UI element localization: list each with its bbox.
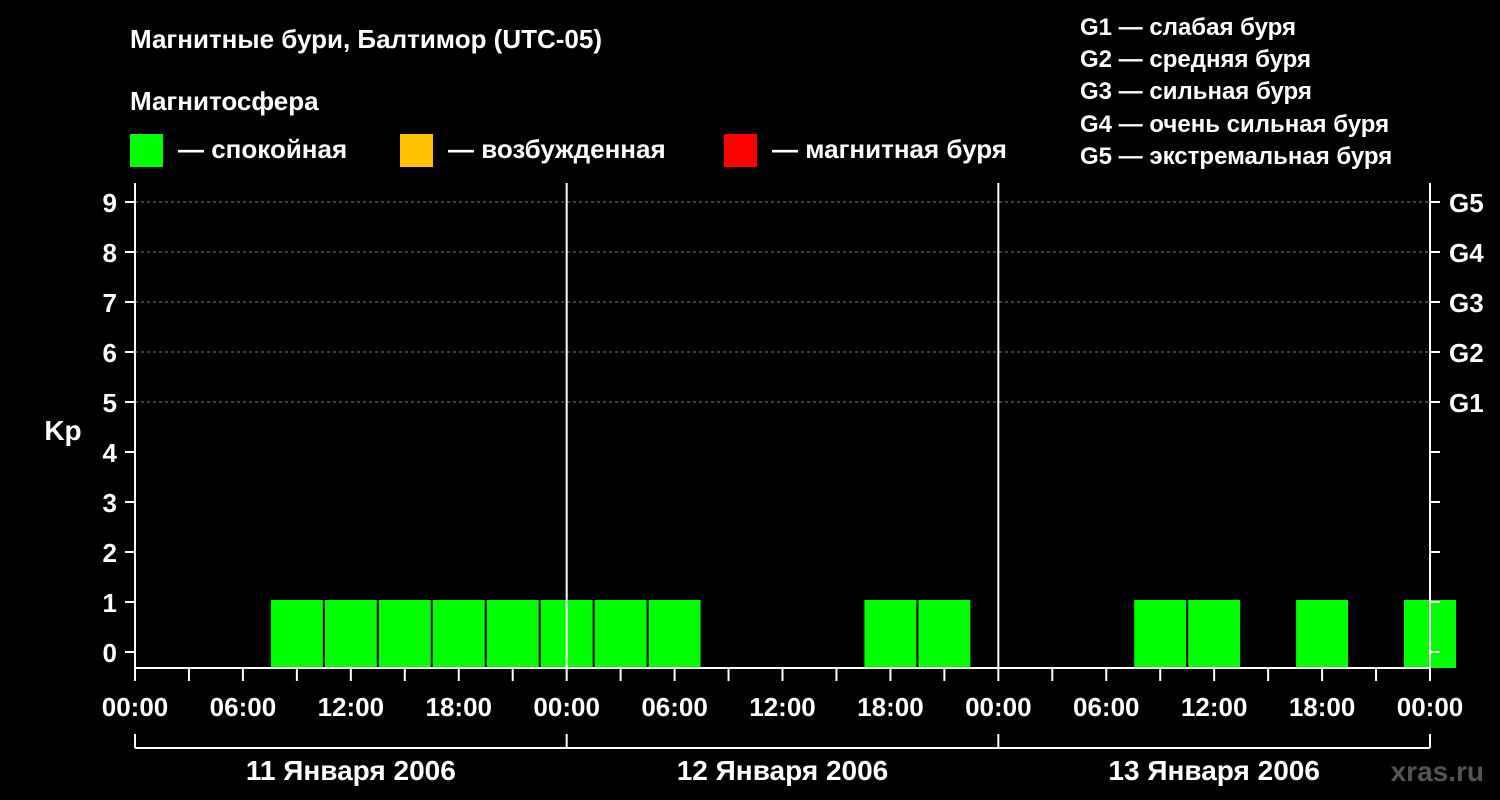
x-tick-label: 00:00 — [1397, 692, 1464, 722]
g-tick-label: G4 — [1449, 238, 1484, 268]
y-tick-label: 5 — [103, 388, 117, 418]
x-tick-label: 18:00 — [426, 692, 493, 722]
x-tick-label: 12:00 — [318, 692, 385, 722]
x-tick-label: 06:00 — [210, 692, 277, 722]
kp-bar — [594, 600, 647, 668]
x-tick-label: 00:00 — [533, 692, 600, 722]
kp-bar — [864, 600, 917, 668]
x-tick-label: 06:00 — [1073, 692, 1140, 722]
x-tick-label: 18:00 — [857, 692, 924, 722]
kp-bar — [1188, 600, 1241, 668]
kp-bar — [918, 600, 971, 668]
y-tick-label: 8 — [103, 238, 117, 268]
x-tick-label: 12:00 — [749, 692, 816, 722]
x-tick-label: 18:00 — [1289, 692, 1356, 722]
kp-chart: 0 1 2 3 4 5 6 7 8 9 G1 G2 G3 G4 G5 Kp 00:00 06:00 12:00 18:… — [44, 183, 1484, 786]
y-tick-label: 4 — [103, 438, 118, 468]
kp-bar — [648, 600, 701, 668]
kp-bar — [270, 600, 323, 668]
y-tick-label: 7 — [103, 288, 117, 318]
x-tick-label: 00:00 — [965, 692, 1032, 722]
y-axis-label: Kp — [44, 415, 81, 446]
day-label: 12 Января 2006 — [677, 755, 889, 786]
kp-bar — [432, 600, 485, 668]
day-label: 11 Января 2006 — [246, 755, 456, 786]
y-tick-label: 9 — [103, 188, 117, 218]
kp-bar — [324, 600, 377, 668]
g-tick-label: G2 — [1449, 338, 1484, 368]
y-tick-label: 6 — [103, 338, 117, 368]
kp-bar — [1296, 600, 1349, 668]
x-tick-label: 00:00 — [102, 692, 169, 722]
site-watermark: xras.ru — [1390, 756, 1484, 787]
day-label: 13 Января 2006 — [1108, 755, 1320, 786]
y-tick-label: 2 — [103, 538, 117, 568]
x-tick-label: 06:00 — [641, 692, 708, 722]
g-tick-label: G3 — [1449, 288, 1484, 318]
y-tick-label: 3 — [103, 488, 117, 518]
x-tick-label: 12:00 — [1181, 692, 1248, 722]
g-tick-label: G1 — [1449, 388, 1484, 418]
y-tick-label: 1 — [103, 588, 117, 618]
g-tick-label: G5 — [1449, 188, 1484, 218]
y-tick-label: 0 — [103, 638, 117, 668]
kp-bar — [486, 600, 539, 668]
kp-bar — [1134, 600, 1187, 668]
kp-bar — [378, 600, 431, 668]
